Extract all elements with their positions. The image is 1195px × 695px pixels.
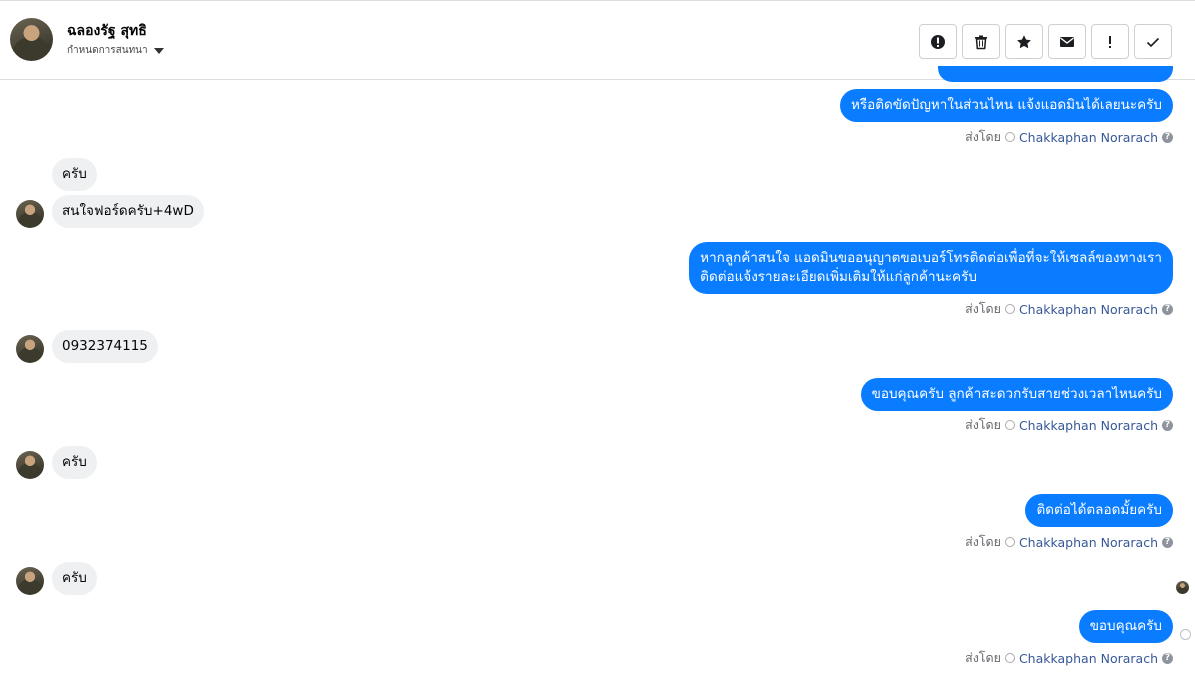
sent-by-row: ส่งโดย Chakkaphan Norarach ? [965, 299, 1173, 319]
sent-by-label: ส่งโดย [965, 650, 1001, 665]
sent-by-row: ส่งโดย Chakkaphan Norarach ? [965, 127, 1173, 147]
message-bubble-outgoing[interactable]: ขอบคุณครับ ลูกค้าสะดวกรับสายช่วงเวลาไหนค… [860, 378, 1173, 411]
contact-avatar-small [16, 335, 44, 363]
message-bubble-incoming[interactable]: ครับ [52, 158, 97, 191]
sender-link[interactable]: Chakkaphan Norarach [1019, 302, 1158, 317]
message-bubble-outgoing[interactable]: ติดต่อได้ตลอดมั้ยครับ [1025, 494, 1173, 527]
contact-avatar[interactable] [10, 18, 53, 61]
verified-check-icon [1004, 304, 1015, 314]
message-bubble-incoming[interactable]: ครับ [52, 562, 97, 595]
help-icon[interactable]: ? [1162, 652, 1173, 664]
caret-down-icon [153, 47, 164, 54]
envelope-icon [1060, 36, 1074, 47]
delivered-icon [1180, 629, 1191, 640]
contact-avatar-small [16, 451, 44, 479]
contact-avatar-small [16, 567, 44, 595]
mark-unread-button[interactable] [1048, 24, 1086, 59]
alert-circle-icon [931, 34, 945, 49]
message-bubble-outgoing[interactable]: หรือติดขัดปัญหาในส่วนไหน แจ้งแอดมินได้เล… [839, 89, 1173, 122]
help-icon[interactable]: ? [1162, 131, 1173, 143]
sent-by-row: ส่งโดย Chakkaphan Norarach ? [965, 415, 1173, 435]
contact-avatar-small [16, 200, 44, 228]
trash-icon [975, 35, 987, 49]
sender-link[interactable]: Chakkaphan Norarach [1019, 651, 1158, 666]
star-icon [1017, 34, 1031, 48]
message-bubble-outgoing[interactable]: ขอบคุณครับ [1078, 610, 1173, 643]
help-icon[interactable]: ? [1162, 303, 1173, 315]
mark-spam-button[interactable] [1091, 24, 1129, 59]
conversation-menu[interactable]: กำหนดการสนทนา [67, 43, 164, 58]
message-bubble-incoming[interactable]: 0932374115 [52, 330, 158, 363]
sent-by-label: ส่งโดย [965, 534, 1001, 549]
verified-check-icon [1004, 537, 1015, 547]
check-icon [1146, 37, 1160, 47]
sender-link[interactable]: Chakkaphan Norarach [1019, 130, 1158, 145]
sent-by-row: ส่งโดย Chakkaphan Norarach ? [965, 648, 1173, 668]
message-bubble-clipped [938, 66, 1173, 82]
sender-link[interactable]: Chakkaphan Norarach [1019, 418, 1158, 433]
action-toolbar [919, 24, 1172, 59]
sent-by-label: ส่งโดย [965, 301, 1001, 316]
message-bubble-outgoing[interactable]: หากลูกค้าสนใจ แอดมินขออนุญาตขอเบอร์โทรติ… [689, 242, 1173, 294]
report-button[interactable] [919, 24, 957, 59]
help-icon[interactable]: ? [1162, 536, 1173, 548]
conversation-label: กำหนดการสนทนา [67, 45, 148, 56]
contact-name[interactable]: ฉลองรัฐ สุทธิ [67, 20, 147, 42]
sent-by-row: ส่งโดย Chakkaphan Norarach ? [965, 532, 1173, 552]
message-line: หากลูกค้าสนใจ แอดมินขออนุญาตขอเบอร์โทรติ… [700, 250, 1162, 266]
verified-check-icon [1004, 653, 1015, 663]
verified-check-icon [1004, 132, 1015, 142]
mark-done-button[interactable] [1134, 24, 1172, 59]
message-bubble-incoming[interactable]: สนใจฟอร์ดครับ+4wD [52, 195, 204, 228]
star-button[interactable] [1005, 24, 1043, 59]
help-icon[interactable]: ? [1162, 419, 1173, 431]
exclamation-icon [1109, 35, 1111, 48]
sent-by-label: ส่งโดย [965, 129, 1001, 144]
sent-by-label: ส่งโดย [965, 417, 1001, 432]
sender-link[interactable]: Chakkaphan Norarach [1019, 535, 1158, 550]
seen-indicator-avatar [1176, 581, 1189, 594]
delete-button[interactable] [962, 24, 1000, 59]
message-line: ติดต่อแจ้งรายละเอียดเพิ่มเติมให้แก่ลูกค้… [700, 269, 977, 285]
verified-check-icon [1004, 420, 1015, 430]
message-bubble-incoming[interactable]: ครับ [52, 446, 97, 479]
